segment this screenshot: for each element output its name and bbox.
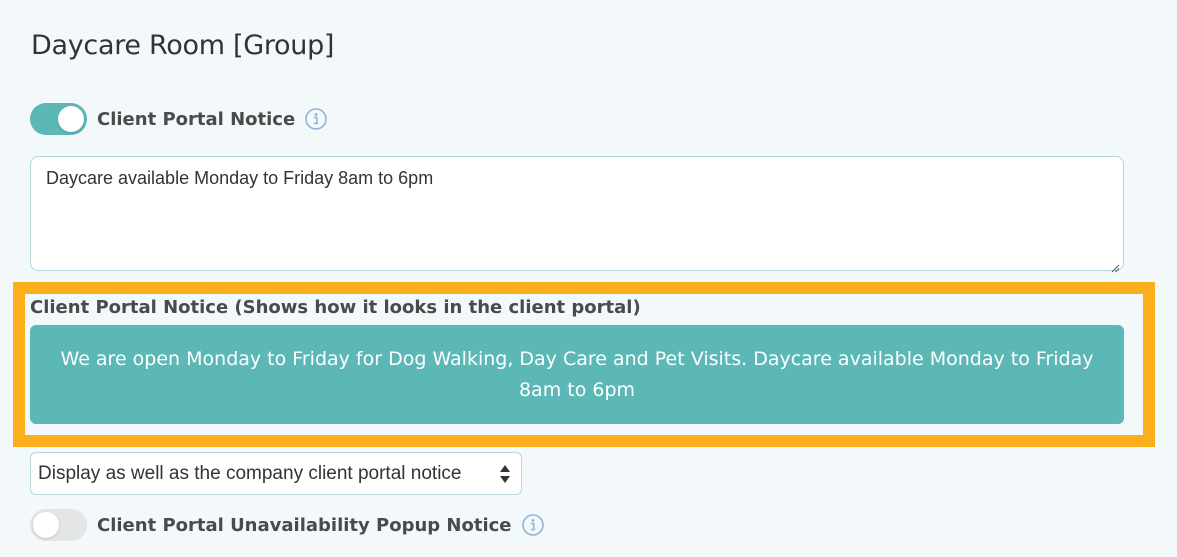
unavailability-popup-toggle[interactable] <box>30 509 87 541</box>
preview-banner-text: We are open Monday to Friday for Dog Wal… <box>60 348 1094 401</box>
preview-notice-banner: We are open Monday to Friday for Dog Wal… <box>30 325 1124 424</box>
client-portal-notice-toggle[interactable] <box>30 103 87 135</box>
resize-grip-icon[interactable] <box>1110 257 1120 273</box>
sort-arrows-icon <box>499 464 511 484</box>
page-title: Daycare Room [Group] <box>31 30 335 61</box>
info-icon[interactable] <box>305 108 327 130</box>
display-mode-selected-value: Display as well as the company client po… <box>38 462 462 484</box>
unavailability-popup-row: Client Portal Unavailability Popup Notic… <box>30 509 544 541</box>
unavailability-popup-label: Client Portal Unavailability Popup Notic… <box>97 514 512 536</box>
toggle-knob <box>58 106 84 132</box>
info-icon[interactable] <box>521 514 544 536</box>
page-root: Daycare Room [Group] Client Portal Notic… <box>0 0 1177 557</box>
toggle-knob <box>33 512 59 538</box>
textarea-value: Daycare available Monday to Friday 8am t… <box>46 168 434 188</box>
client-portal-notice-row: Client Portal Notice <box>30 103 327 135</box>
client-portal-notice-label: Client Portal Notice <box>97 108 296 130</box>
display-mode-select[interactable]: Display as well as the company client po… <box>30 452 522 495</box>
preview-heading: Client Portal Notice (Shows how it looks… <box>30 297 641 318</box>
client-portal-notice-textarea[interactable]: Daycare available Monday to Friday 8am t… <box>30 156 1124 273</box>
